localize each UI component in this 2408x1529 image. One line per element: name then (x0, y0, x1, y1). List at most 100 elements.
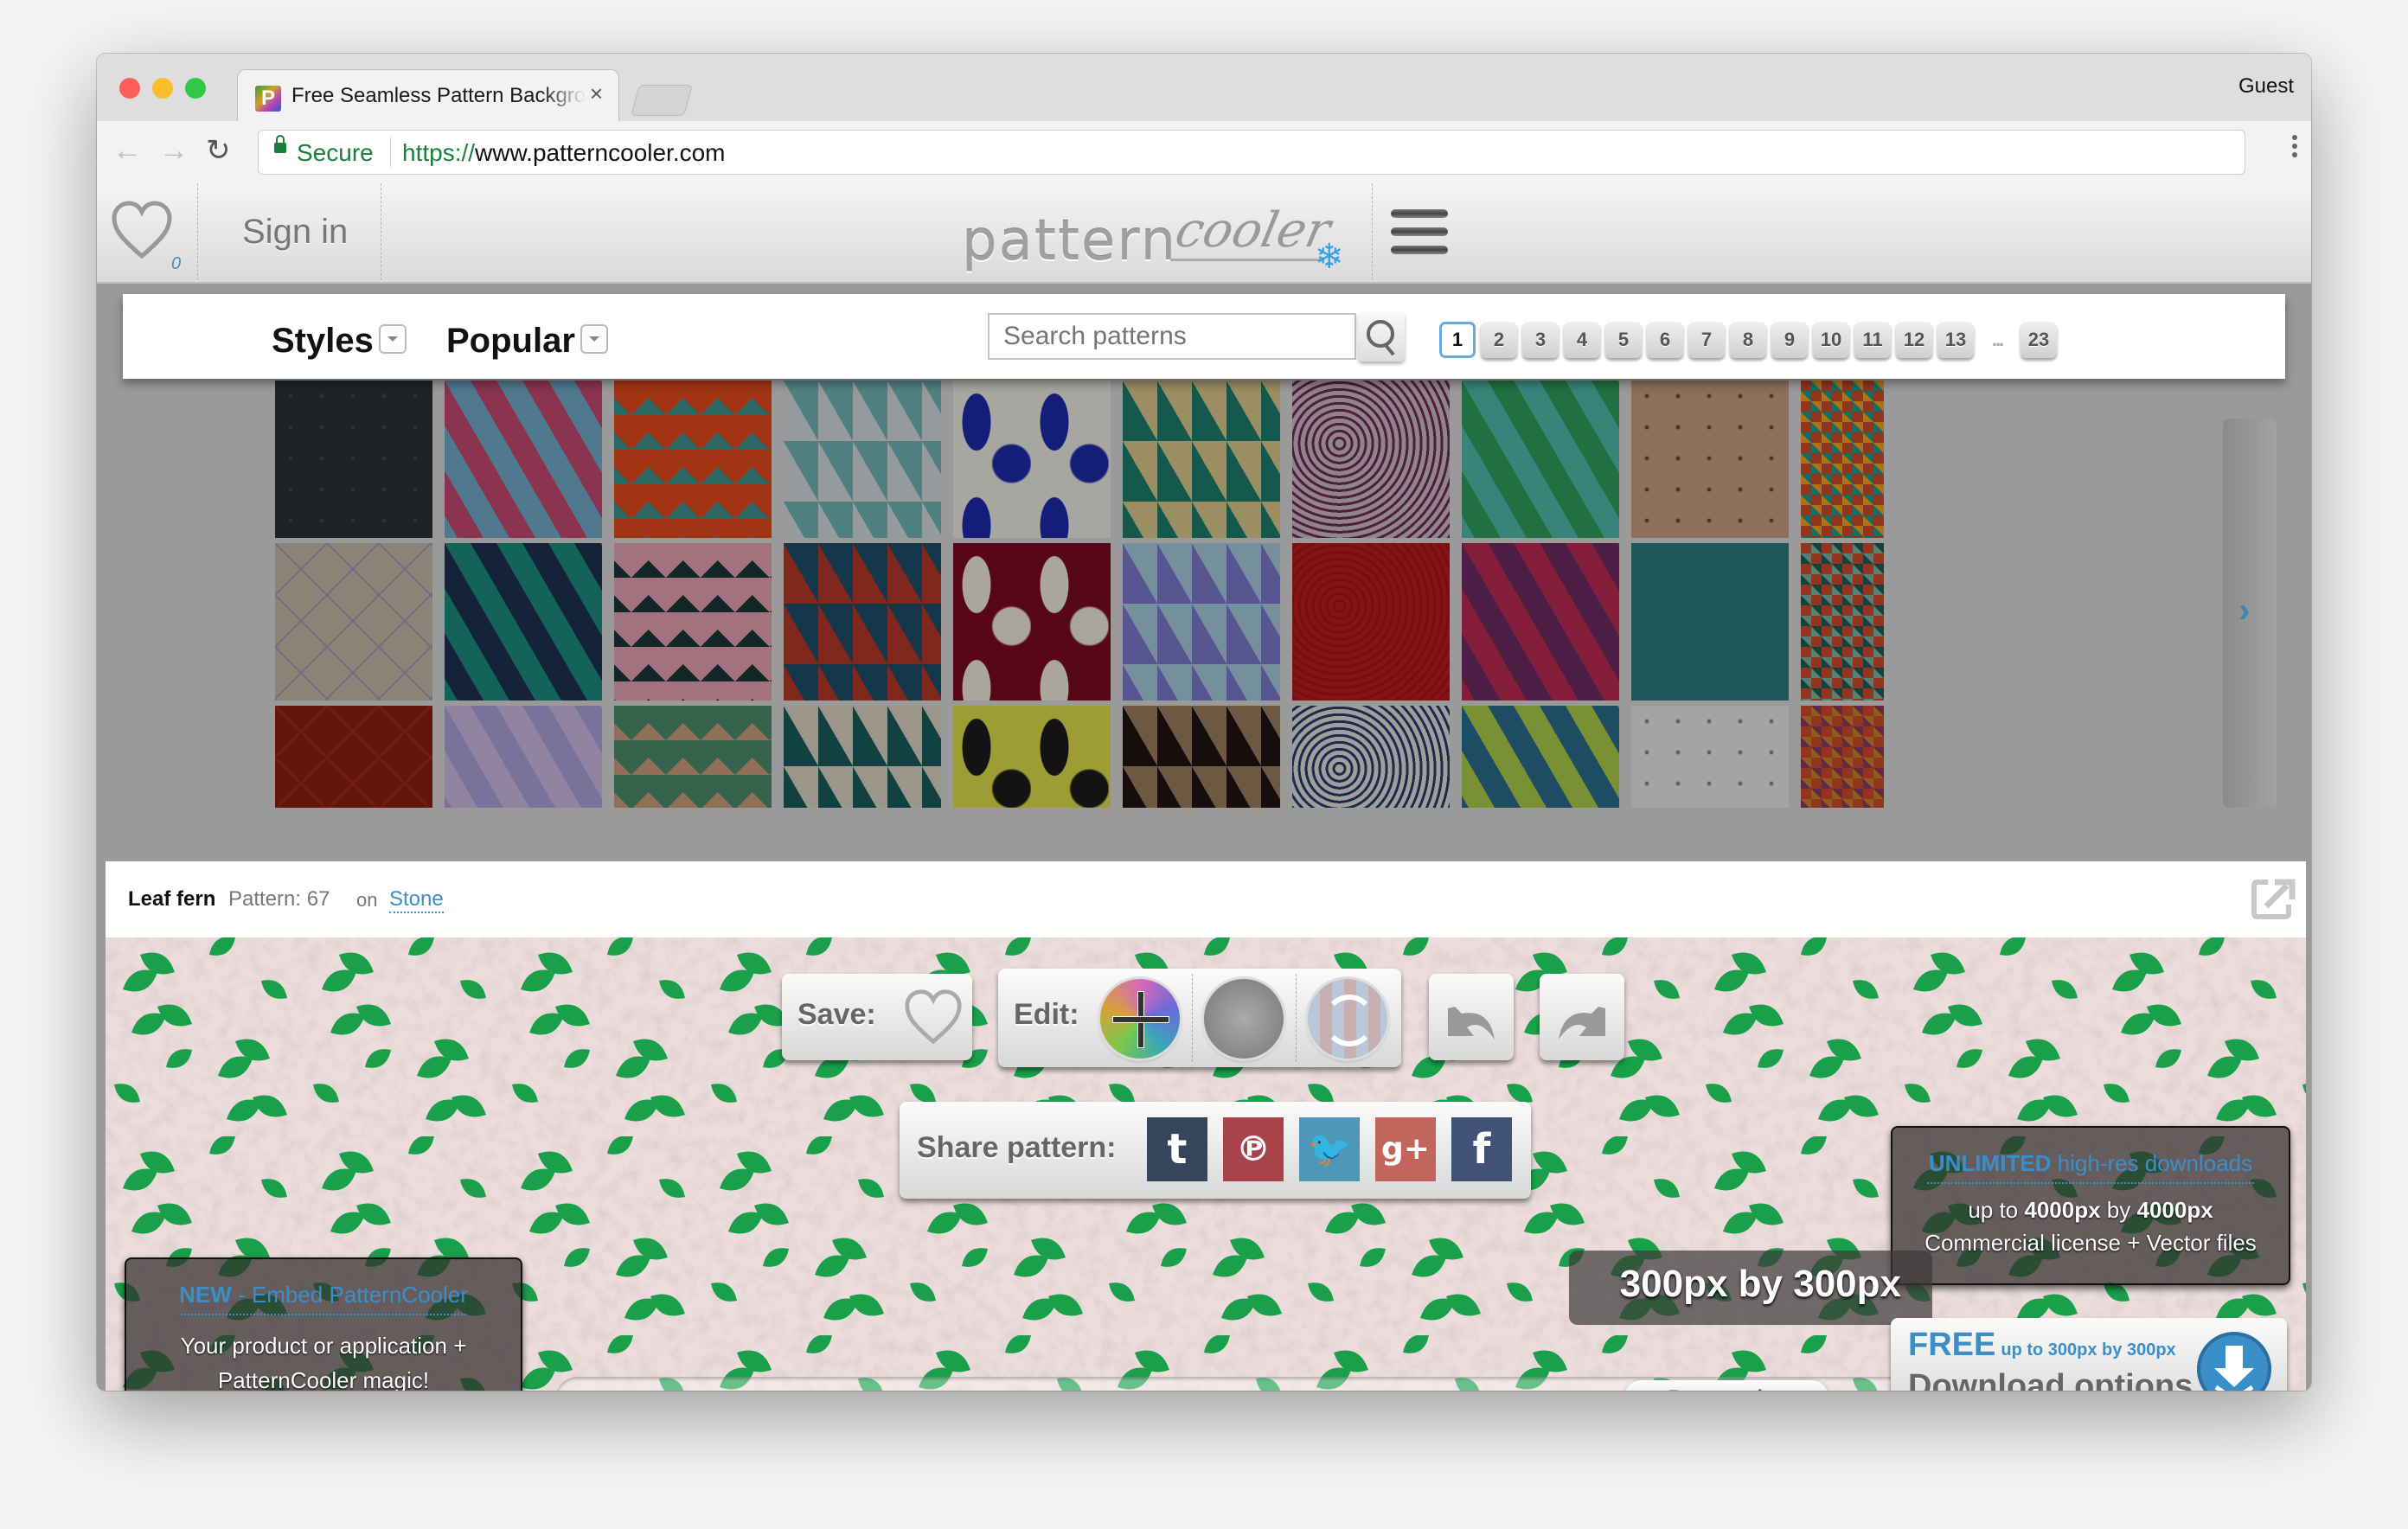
pattern-tile[interactable] (445, 381, 602, 538)
pattern-tile[interactable] (1631, 706, 1789, 808)
page-12-button[interactable]: 12 (1896, 322, 1932, 358)
pattern-tile[interactable] (445, 706, 602, 808)
hamburger-menu-icon[interactable] (1391, 209, 1448, 264)
pattern-tile[interactable] (784, 543, 941, 701)
tab-close-icon[interactable]: × (590, 80, 603, 107)
tumblr-share-icon[interactable]: t (1147, 1117, 1207, 1181)
page-13-button[interactable]: 13 (1937, 322, 1974, 358)
pattern-tile[interactable] (784, 706, 941, 808)
pattern-tile[interactable] (1123, 543, 1280, 701)
unlimited-bold: UNLIMITED (1928, 1150, 2052, 1176)
favorites-heart-icon[interactable] (111, 199, 173, 261)
pattern-tile[interactable] (1631, 381, 1789, 538)
pinterest-share-icon[interactable]: ℗ (1223, 1117, 1284, 1181)
pattern-tile[interactable] (1462, 381, 1619, 538)
pattern-size-slider[interactable]: Pattern size (555, 1377, 1922, 1391)
chevron-down-icon (580, 324, 608, 355)
embed-title[interactable]: NEW - Embed PatternCooler (126, 1282, 521, 1315)
redo-icon (1559, 1007, 1605, 1040)
pattern-tile[interactable] (1462, 543, 1619, 701)
browser-menu-icon[interactable] (2292, 135, 2297, 161)
pattern-tile[interactable] (614, 381, 772, 538)
slider-handle[interactable]: Pattern size (1623, 1380, 1829, 1391)
pattern-tile[interactable] (1292, 381, 1450, 538)
texture-picker-icon[interactable] (1204, 979, 1284, 1059)
pattern-tile[interactable] (445, 543, 602, 701)
pattern-tile[interactable] (1801, 381, 1884, 538)
pattern-tile[interactable] (1292, 543, 1450, 701)
page-10-button[interactable]: 10 (1813, 322, 1849, 358)
next-page-arrow[interactable]: › (2223, 419, 2277, 808)
embed-promo[interactable]: NEW - Embed PatternCooler Your product o… (125, 1257, 522, 1391)
pattern-tile[interactable] (1123, 381, 1280, 538)
page-3-button[interactable]: 3 (1522, 322, 1559, 358)
page-8-button[interactable]: 8 (1730, 322, 1766, 358)
forward-arrow-icon[interactable]: → (159, 133, 189, 168)
pattern-tile[interactable] (953, 543, 1111, 701)
browser-tab-active[interactable]: P Free Seamless Pattern Backgrounds × (237, 69, 619, 123)
facebook-share-icon[interactable]: f (1451, 1117, 1512, 1181)
back-arrow-icon[interactable]: ← (112, 133, 142, 168)
page-7-button[interactable]: 7 (1688, 322, 1725, 358)
styles-dropdown[interactable]: Styles (272, 322, 407, 361)
search-icon[interactable] (1358, 311, 1405, 361)
pattern-tile[interactable] (784, 381, 941, 538)
download-options-button[interactable]: FREE up to 300px by 300px Download option… (1891, 1318, 2287, 1391)
maximize-window-button[interactable] (185, 78, 206, 99)
pattern-tile[interactable] (953, 381, 1111, 538)
external-link-icon[interactable] (2249, 873, 2297, 922)
twitter-share-icon[interactable]: 🐦 (1299, 1117, 1360, 1181)
pattern-tile[interactable] (275, 543, 432, 701)
share-label: Share pattern: (917, 1131, 1117, 1164)
page-9-button[interactable]: 9 (1771, 322, 1808, 358)
page-11-button[interactable]: 11 (1854, 322, 1891, 358)
undo-icon (1448, 1007, 1495, 1040)
randomize-icon[interactable] (1308, 979, 1387, 1059)
search-input[interactable] (988, 313, 1356, 360)
pattern-tile[interactable] (1801, 543, 1884, 701)
background-link[interactable]: Stone (389, 887, 444, 913)
pattern-preview[interactable]: Save: Edit: Share pattern: t ℗ 🐦 g+ f NE… (106, 937, 2306, 1391)
color-picker-icon[interactable] (1100, 979, 1180, 1059)
free-label: FREE up to 300px by 300px (1908, 1327, 2176, 1364)
unlimited-title[interactable]: UNLIMITED high-res downloads (1892, 1150, 2289, 1184)
url-host: www.patterncooler.com (475, 139, 726, 166)
minimize-window-button[interactable] (152, 78, 173, 99)
favicon-icon: P (255, 86, 281, 112)
undo-button[interactable] (1429, 974, 1514, 1060)
pattern-tile[interactable] (1801, 706, 1884, 808)
reload-icon[interactable]: ↻ (206, 133, 231, 168)
page-6-button[interactable]: 6 (1647, 322, 1683, 358)
popular-dropdown[interactable]: Popular (446, 322, 608, 361)
new-tab-button[interactable] (631, 85, 693, 116)
page-5-button[interactable]: 5 (1605, 322, 1642, 358)
favorites-count: 0 (171, 254, 182, 273)
save-heart-icon[interactable] (903, 988, 964, 1046)
page-4-button[interactable]: 4 (1564, 322, 1600, 358)
address-bar[interactable]: Secure https://www.patterncooler.com (258, 130, 2245, 175)
pattern-tile[interactable] (1462, 706, 1619, 808)
pattern-tile[interactable] (614, 706, 772, 808)
share-panel: Share pattern: t ℗ 🐦 g+ f (900, 1102, 1531, 1199)
pattern-size-readout: 300px by 300px (1569, 1251, 1932, 1325)
page-2-button[interactable]: 2 (1481, 322, 1517, 358)
lock-icon (274, 135, 286, 153)
pattern-tile[interactable] (275, 381, 432, 538)
redo-button[interactable] (1540, 974, 1624, 1060)
pattern-tile[interactable] (275, 706, 432, 808)
profile-guest-button[interactable]: Guest (2238, 74, 2294, 99)
pattern-tile[interactable] (614, 543, 772, 701)
sign-in-link[interactable]: Sign in (242, 213, 348, 252)
unlimited-promo[interactable]: UNLIMITED high-res downloads up to 4000p… (1891, 1126, 2290, 1285)
url-text[interactable]: https://www.patterncooler.com (402, 139, 726, 167)
pattern-tile[interactable] (1631, 543, 1789, 701)
pattern-tile[interactable] (1292, 706, 1450, 808)
close-window-button[interactable] (119, 78, 140, 99)
text: 4000px (2136, 1197, 2213, 1223)
page-last-button[interactable]: 23 (2021, 322, 2057, 358)
free-detail: up to 300px by 300px (2001, 1340, 2176, 1359)
google-plus-share-icon[interactable]: g+ (1375, 1117, 1436, 1181)
pattern-tile[interactable] (1123, 706, 1280, 808)
pattern-tile[interactable] (953, 706, 1111, 808)
page-1-button[interactable]: 1 (1439, 322, 1476, 358)
